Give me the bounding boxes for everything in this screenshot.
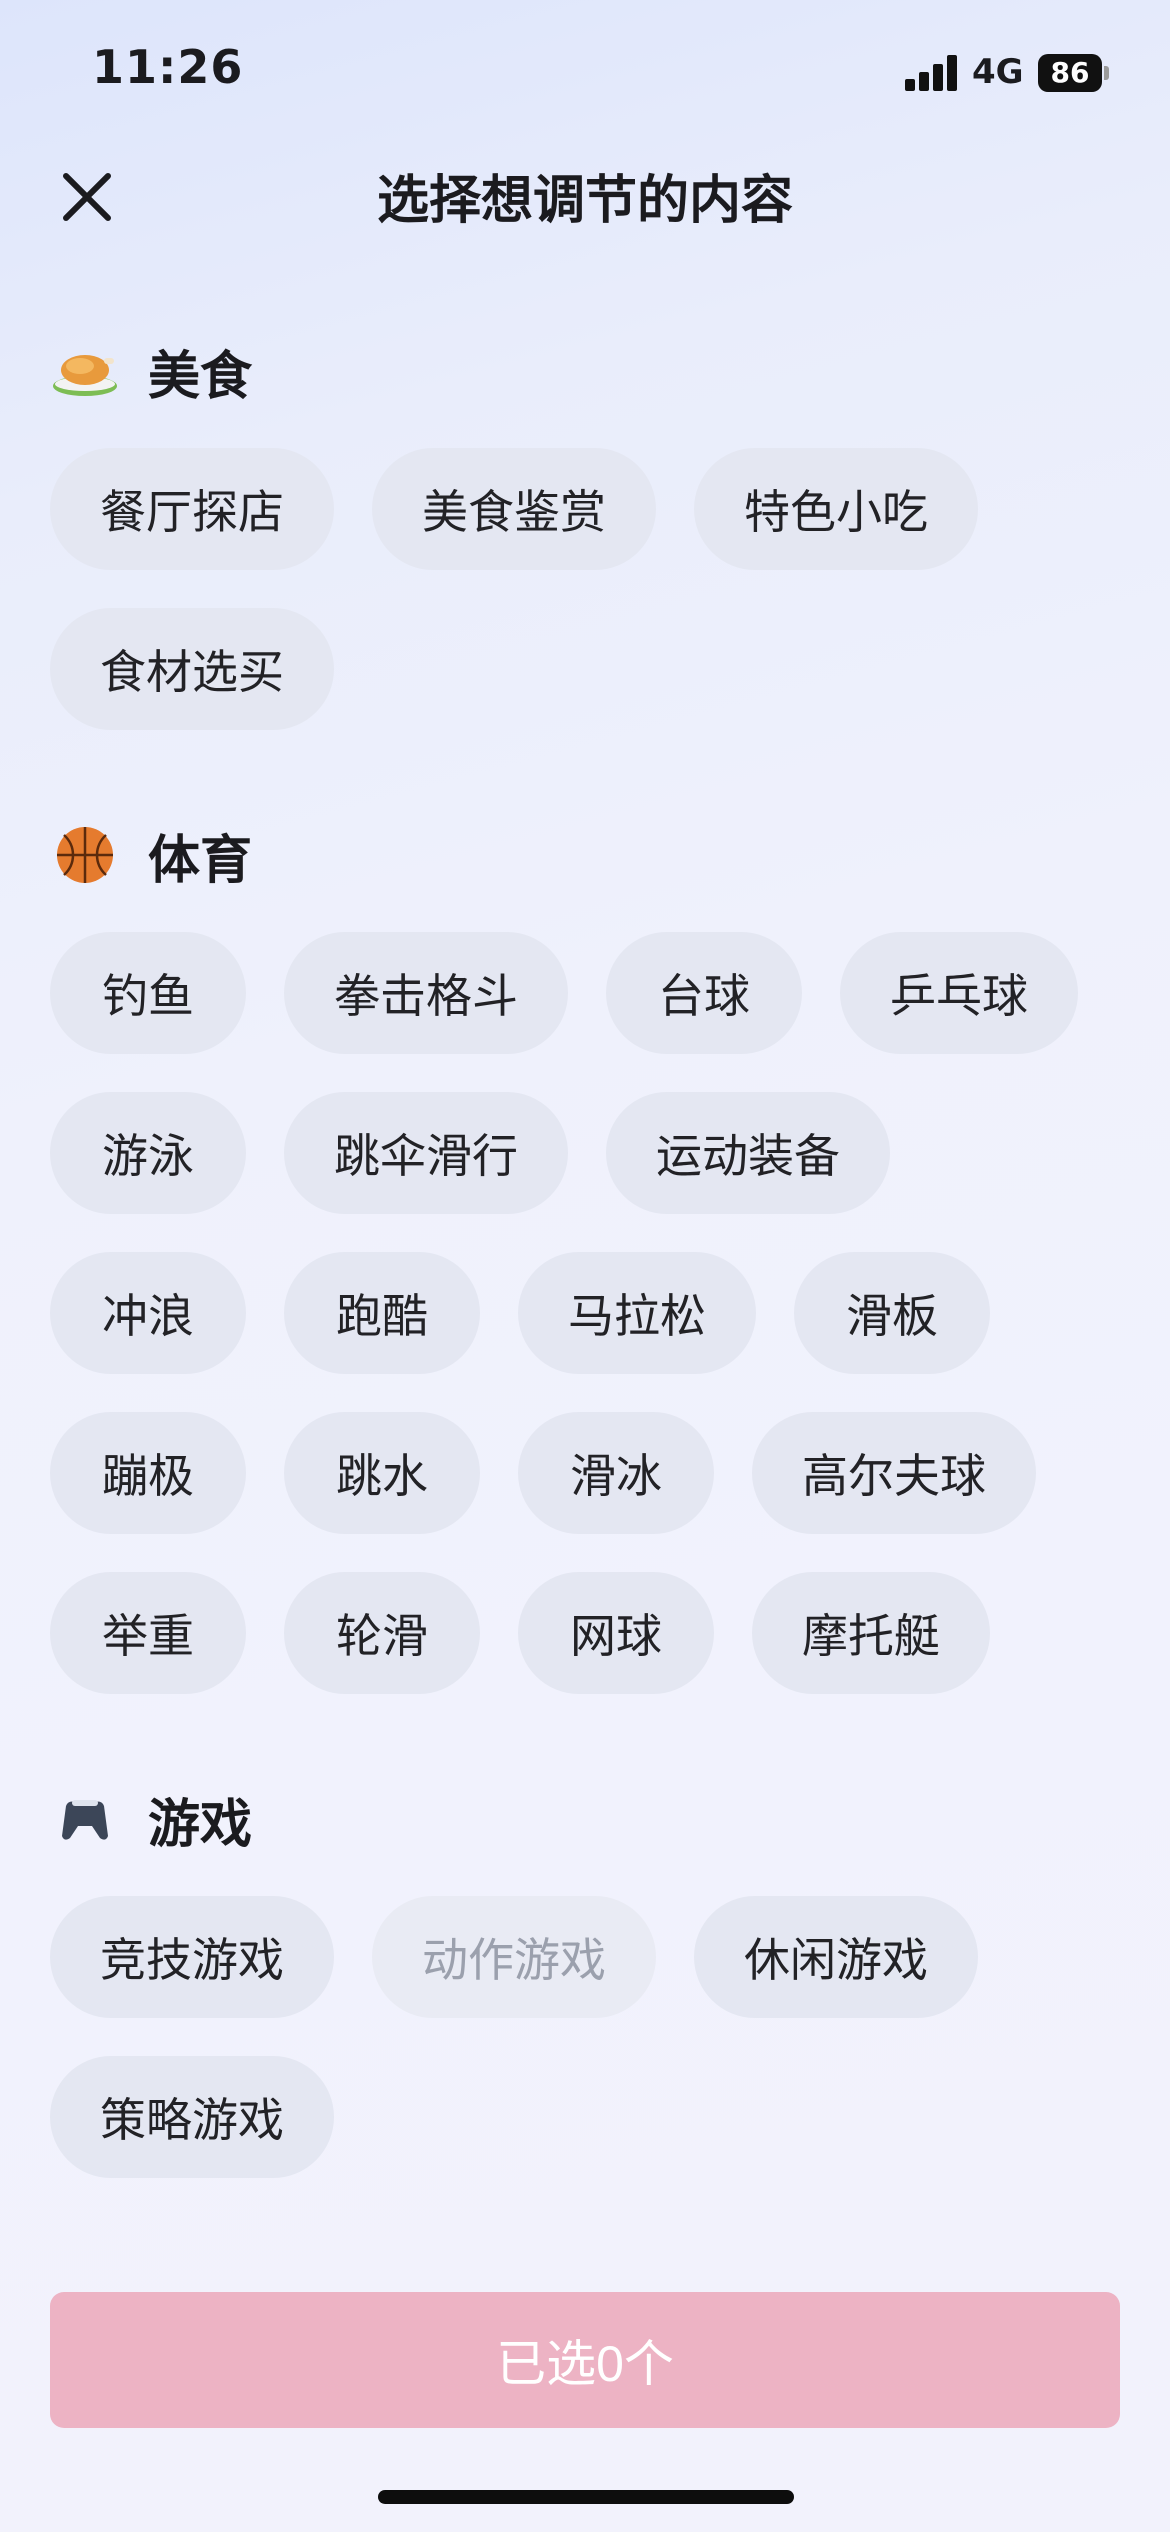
chip[interactable]: 跳水 bbox=[284, 1412, 480, 1534]
chip-group: 餐厅探店 美食鉴赏 特色小吃 食材选买 bbox=[50, 448, 1110, 730]
chip-group: 钓鱼 拳击格斗 台球 乒乓球 游泳 跳伞滑行 运动装备 冲浪 跑酷 马拉松 滑板… bbox=[50, 932, 1110, 1694]
network-label: 4G bbox=[972, 52, 1024, 92]
battery-cap bbox=[1104, 66, 1109, 80]
section-title: 体育 bbox=[148, 830, 253, 891]
signal-icon bbox=[905, 55, 961, 91]
chip[interactable]: 钓鱼 bbox=[50, 932, 246, 1054]
chip[interactable]: 运动装备 bbox=[606, 1092, 890, 1214]
section-title: 美食 bbox=[148, 346, 253, 407]
chip[interactable]: 食材选买 bbox=[50, 608, 334, 730]
home-indicator bbox=[378, 2490, 794, 2504]
chip[interactable]: 拳击格斗 bbox=[284, 932, 568, 1054]
chip[interactable]: 乒乓球 bbox=[840, 932, 1078, 1054]
section-food: 美食 餐厅探店 美食鉴赏 特色小吃 食材选买 bbox=[50, 326, 1130, 730]
section-sports: 体育 钓鱼 拳击格斗 台球 乒乓球 游泳 跳伞滑行 运动装备 冲浪 跑酷 马拉松… bbox=[50, 810, 1130, 1694]
section-title: 游戏 bbox=[148, 1794, 253, 1855]
chip-disabled[interactable]: 动作游戏 bbox=[372, 1896, 656, 2018]
chip[interactable]: 滑板 bbox=[794, 1252, 990, 1374]
chip[interactable]: 马拉松 bbox=[518, 1252, 756, 1374]
chip[interactable]: 休闲游戏 bbox=[694, 1896, 978, 2018]
chip-group: 竞技游戏 动作游戏 休闲游戏 策略游戏 bbox=[50, 1896, 1110, 2178]
battery-level: 86 bbox=[1050, 56, 1090, 89]
page-title: 选择想调节的内容 bbox=[376, 171, 793, 231]
chip[interactable]: 跑酷 bbox=[284, 1252, 480, 1374]
chip[interactable]: 轮滑 bbox=[284, 1572, 480, 1694]
status-time: 11:26 bbox=[92, 40, 244, 94]
chip[interactable]: 竞技游戏 bbox=[50, 1896, 334, 2018]
chip[interactable]: 蹦极 bbox=[50, 1412, 246, 1534]
chip[interactable]: 滑冰 bbox=[518, 1412, 714, 1534]
gamepad-icon bbox=[50, 1784, 120, 1854]
chip[interactable]: 游泳 bbox=[50, 1092, 246, 1214]
chip[interactable]: 摩托艇 bbox=[752, 1572, 990, 1694]
chip[interactable]: 美食鉴赏 bbox=[372, 448, 656, 570]
battery-icon: 86 bbox=[1038, 54, 1102, 92]
chip[interactable]: 高尔夫球 bbox=[752, 1412, 1036, 1534]
chip[interactable]: 餐厅探店 bbox=[50, 448, 334, 570]
chip[interactable]: 策略游戏 bbox=[50, 2056, 334, 2178]
status-bar: 11:26 4G 86 bbox=[0, 0, 1170, 150]
section-header: 美食 bbox=[50, 326, 1130, 416]
section-header: 游戏 bbox=[50, 1774, 1130, 1864]
section-games: 游戏 竞技游戏 动作游戏 休闲游戏 策略游戏 bbox=[50, 1774, 1130, 2178]
category-list[interactable]: 美食 餐厅探店 美食鉴赏 特色小吃 食材选买 体育 钓鱼 拳击格斗 台球 乒乓球… bbox=[50, 326, 1130, 2266]
confirm-button[interactable]: 已选0个 bbox=[50, 2292, 1120, 2428]
basketball-icon bbox=[50, 820, 120, 890]
chip[interactable]: 台球 bbox=[606, 932, 802, 1054]
chip[interactable]: 特色小吃 bbox=[694, 448, 978, 570]
chip[interactable]: 举重 bbox=[50, 1572, 246, 1694]
chip[interactable]: 跳伞滑行 bbox=[284, 1092, 568, 1214]
chip[interactable]: 网球 bbox=[518, 1572, 714, 1694]
roast-chicken-icon bbox=[50, 336, 120, 406]
section-header: 体育 bbox=[50, 810, 1130, 900]
chip[interactable]: 冲浪 bbox=[50, 1252, 246, 1374]
